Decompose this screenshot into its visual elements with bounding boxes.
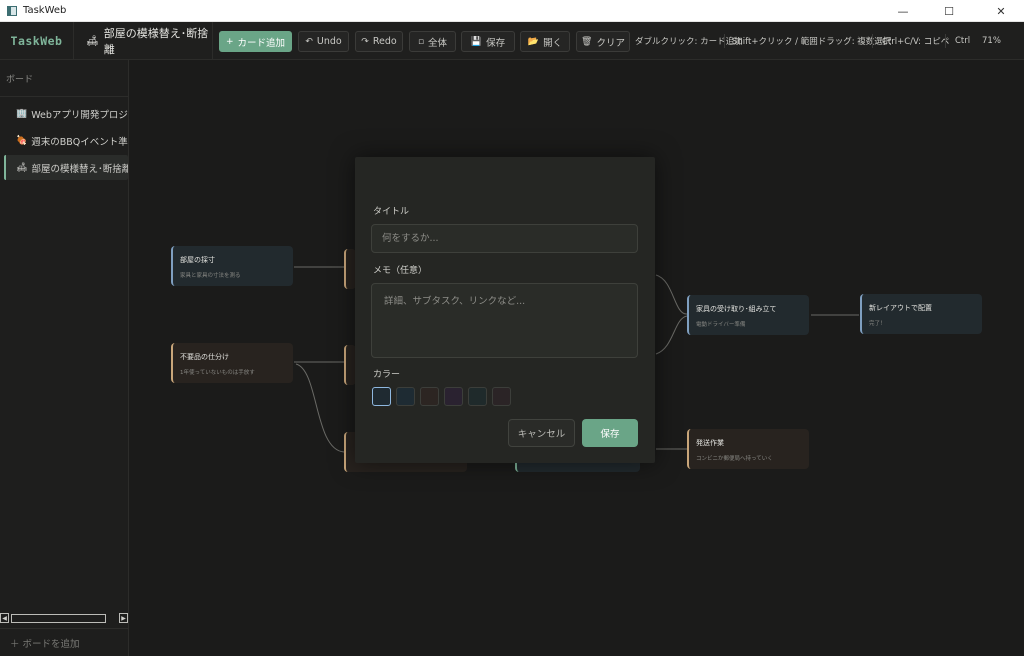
toolbar-separator bbox=[724, 34, 725, 48]
meat-icon: 🍖 bbox=[16, 135, 28, 146]
card-subtitle: 完了！ bbox=[869, 321, 886, 327]
undo-icon: ↶ bbox=[305, 36, 313, 47]
open-button[interactable]: 📂 開く bbox=[520, 31, 570, 52]
fit-view-icon: ▫ bbox=[417, 36, 425, 47]
sidebar-item-bbq[interactable]: 🍖 週末のBBQイベント準備 bbox=[4, 128, 128, 153]
sidebar-item-room[interactable]: 🛋 部屋の模様替え･断捨離 bbox=[4, 155, 128, 180]
sidebar-header: ボード bbox=[6, 75, 34, 85]
cancel-button[interactable]: キャンセル bbox=[508, 419, 575, 447]
floppy-disk-icon: 💾 bbox=[470, 36, 483, 47]
redo-icon: ↷ bbox=[361, 36, 369, 47]
card[interactable]: 発送作業 コンビニか郵便局へ持っていく bbox=[687, 429, 809, 469]
sidebar-item-label: Webアプリ開発プロジェクト bbox=[31, 109, 128, 121]
connection-line bbox=[655, 315, 688, 355]
hint-shift-select: Shift+クリック / 範囲ドラッグ: 複数選択 bbox=[732, 37, 892, 47]
toolbar: TaskWeb 🛋 部屋の模様替え･断捨離 + カード追加 ↶ Undo ↷ R… bbox=[0, 22, 1024, 60]
clear-button[interactable]: 🗑 クリア bbox=[576, 31, 630, 52]
card[interactable]: 新レイアウトで配置 完了！ bbox=[860, 294, 982, 334]
sidebar-horizontal-scrollbar[interactable]: ◀ ▶ bbox=[0, 612, 128, 625]
brand-logo: TaskWeb bbox=[0, 22, 74, 60]
card[interactable]: 部屋の採寸 家具と家具の寸法を測る bbox=[171, 246, 293, 286]
zoom-level: 71% bbox=[982, 36, 1001, 46]
card-subtitle: コンビニか郵便局へ持っていく bbox=[696, 456, 773, 462]
card-subtitle: 1年使っていないものは手放す bbox=[180, 370, 255, 376]
add-card-button[interactable]: + カード追加 bbox=[219, 31, 292, 52]
maximize-button[interactable]: ☐ bbox=[926, 0, 972, 22]
color-label: カラー bbox=[373, 370, 401, 380]
clear-label: クリア bbox=[596, 37, 625, 49]
sidebar: ボード 🏢 Webアプリ開発プロジェクト 🍖 週末のBBQイベント準備 🛋 部屋… bbox=[0, 60, 129, 656]
redo-button[interactable]: ↷ Redo bbox=[355, 31, 403, 52]
connection-line bbox=[655, 274, 688, 315]
card-title: 家具の受け取り･組み立て bbox=[696, 305, 777, 313]
sidebar-item-webapp[interactable]: 🏢 Webアプリ開発プロジェクト bbox=[4, 101, 128, 126]
fit-all-label: 全体 bbox=[428, 37, 448, 49]
minimize-button[interactable]: — bbox=[880, 0, 926, 22]
sidebar-divider bbox=[0, 96, 128, 97]
card-subtitle: 電動ドライバー準備 bbox=[696, 322, 746, 328]
add-card-label: カード追加 bbox=[237, 37, 286, 49]
memo-textarea[interactable] bbox=[371, 283, 638, 358]
scroll-left-icon[interactable]: ◀ bbox=[0, 613, 9, 623]
card-title: 不要品の仕分け bbox=[180, 353, 229, 361]
memo-label: メモ（任意） bbox=[373, 266, 428, 276]
toolbar-separator bbox=[945, 34, 946, 48]
save-label: 保存 bbox=[486, 37, 506, 49]
title-label: タイトル bbox=[373, 207, 410, 217]
sidebar-divider bbox=[0, 628, 128, 629]
card[interactable]: 家具の受け取り･組み立て 電動ドライバー準備 bbox=[687, 295, 809, 335]
hint-ctrl: Ctrl bbox=[955, 36, 971, 46]
sofa-icon: 🛋 bbox=[16, 162, 28, 173]
color-swatch[interactable] bbox=[420, 387, 439, 406]
undo-button[interactable]: ↶ Undo bbox=[298, 31, 349, 52]
color-swatch[interactable] bbox=[444, 387, 463, 406]
hint-copy-paste: Ctrl+C/V: コピペ bbox=[882, 37, 950, 47]
title-input[interactable] bbox=[371, 224, 638, 253]
current-board-title: 🛋 部屋の模様替え･断捨離 bbox=[74, 22, 213, 60]
current-board-label: 部屋の模様替え･断捨離 bbox=[103, 27, 209, 56]
scrollbar-thumb[interactable] bbox=[11, 614, 106, 623]
color-swatch[interactable] bbox=[396, 387, 415, 406]
modal-save-button[interactable]: 保存 bbox=[582, 419, 638, 447]
card[interactable]: 不要品の仕分け 1年使っていないものは手放す bbox=[171, 343, 293, 383]
hint-dblclick: ダブルクリック: カード追加 bbox=[635, 37, 743, 47]
trash-icon: 🗑 bbox=[581, 36, 593, 47]
color-swatch[interactable] bbox=[468, 387, 487, 406]
plus-icon: + bbox=[225, 36, 234, 47]
sidebar-item-label: 部屋の模様替え･断捨離 bbox=[31, 163, 128, 175]
sofa-icon: 🛋 bbox=[86, 35, 99, 47]
sidebar-item-label: 週末のBBQイベント準備 bbox=[31, 136, 128, 148]
card-title: 部屋の採寸 bbox=[180, 256, 215, 264]
toolbar-separator bbox=[872, 34, 873, 48]
save-button[interactable]: 💾 保存 bbox=[461, 31, 515, 52]
window-title: TaskWeb bbox=[23, 5, 67, 16]
card-edit-dialog: タイトル メモ（任意） カラー キャンセル 保存 bbox=[355, 157, 655, 463]
add-board-button[interactable]: ＋ ボードを追加 bbox=[10, 636, 80, 650]
connection-line bbox=[295, 363, 345, 453]
undo-label: Undo bbox=[316, 36, 342, 47]
card-title: 新レイアウトで配置 bbox=[869, 304, 932, 312]
color-swatch[interactable] bbox=[372, 387, 391, 406]
scroll-right-icon[interactable]: ▶ bbox=[119, 613, 128, 623]
redo-label: Redo bbox=[372, 36, 397, 47]
window-titlebar: TaskWeb — ☐ ✕ bbox=[0, 0, 1024, 22]
card-subtitle: 家具と家具の寸法を測る bbox=[180, 273, 241, 279]
card-title: 発送作業 bbox=[696, 439, 724, 447]
fit-all-button[interactable]: ▫ 全体 bbox=[409, 31, 456, 52]
app-icon bbox=[7, 5, 17, 16]
folder-icon: 📂 bbox=[527, 36, 540, 47]
close-button[interactable]: ✕ bbox=[978, 0, 1024, 22]
color-swatch[interactable] bbox=[492, 387, 511, 406]
open-label: 開く bbox=[543, 37, 563, 49]
building-icon: 🏢 bbox=[16, 108, 28, 119]
